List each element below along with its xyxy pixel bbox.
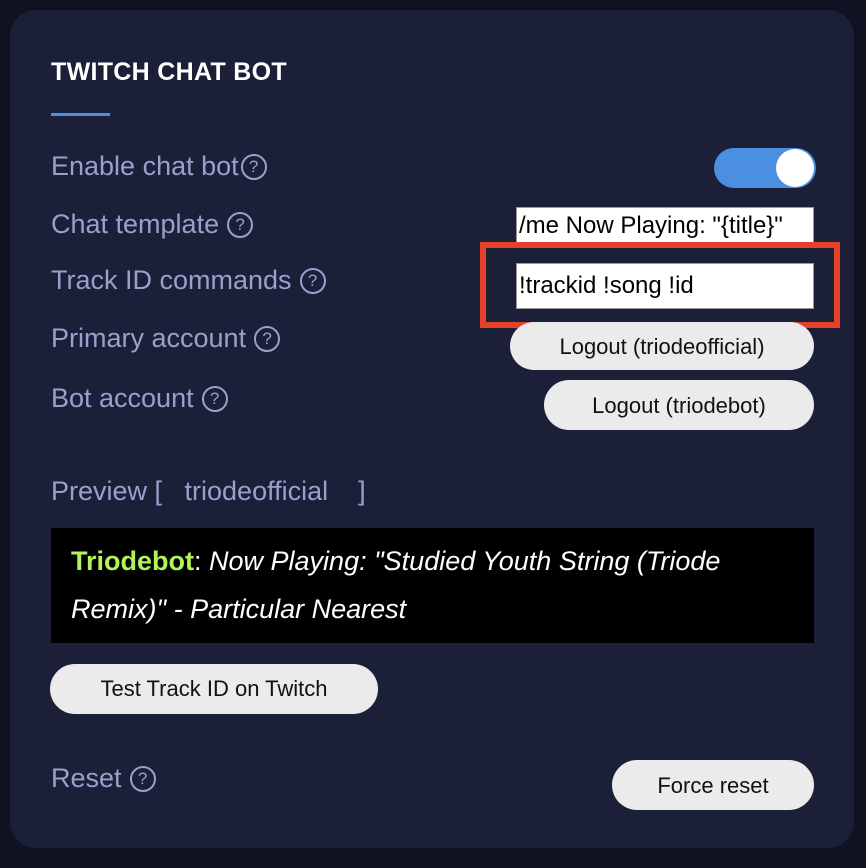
bot-account-label: Bot account ?	[51, 383, 228, 414]
preview-bot-name: Triodebot	[71, 546, 194, 576]
bot-account-logout-button[interactable]: Logout (triodebot)	[544, 380, 814, 430]
preview-separator: :	[194, 546, 210, 576]
chat-template-label: Chat template ?	[51, 209, 254, 240]
enable-chat-bot-toggle[interactable]	[714, 148, 816, 188]
help-icon[interactable]: ?	[299, 267, 326, 294]
primary-account-text: Primary account	[51, 323, 247, 353]
force-reset-button[interactable]: Force reset	[612, 760, 814, 810]
bot-account-text: Bot account	[51, 383, 194, 413]
help-icon[interactable]: ?	[227, 211, 254, 238]
primary-account-logout-button[interactable]: Logout (triodeofficial)	[510, 322, 814, 370]
toggle-knob	[776, 149, 814, 187]
track-id-commands-label: Track ID commands ?	[51, 265, 326, 296]
highlight-box	[480, 242, 840, 328]
preview-label: Preview [ triodeofficial ]	[51, 476, 366, 506]
primary-account-label: Primary account ?	[51, 323, 281, 354]
help-icon[interactable]: ?	[129, 765, 156, 792]
enable-chat-bot-text: Enable chat bot	[51, 151, 239, 181]
reset-label: Reset ?	[51, 763, 156, 794]
panel-title: TWITCH CHAT BOT	[51, 58, 287, 86]
chat-preview: Triodebot: Now Playing: "Studied Youth S…	[51, 528, 814, 643]
help-icon[interactable]: ?	[201, 385, 228, 412]
chat-template-text: Chat template	[51, 209, 220, 239]
reset-text: Reset	[51, 763, 122, 793]
test-track-id-button[interactable]: Test Track ID on Twitch	[50, 664, 378, 714]
help-icon[interactable]: ?	[240, 153, 267, 180]
enable-chat-bot-label: Enable chat bot ?	[51, 151, 267, 182]
title-underline	[51, 113, 110, 116]
help-icon[interactable]: ?	[254, 325, 281, 352]
track-id-commands-text: Track ID commands	[51, 265, 292, 295]
chat-template-input[interactable]	[516, 207, 814, 245]
